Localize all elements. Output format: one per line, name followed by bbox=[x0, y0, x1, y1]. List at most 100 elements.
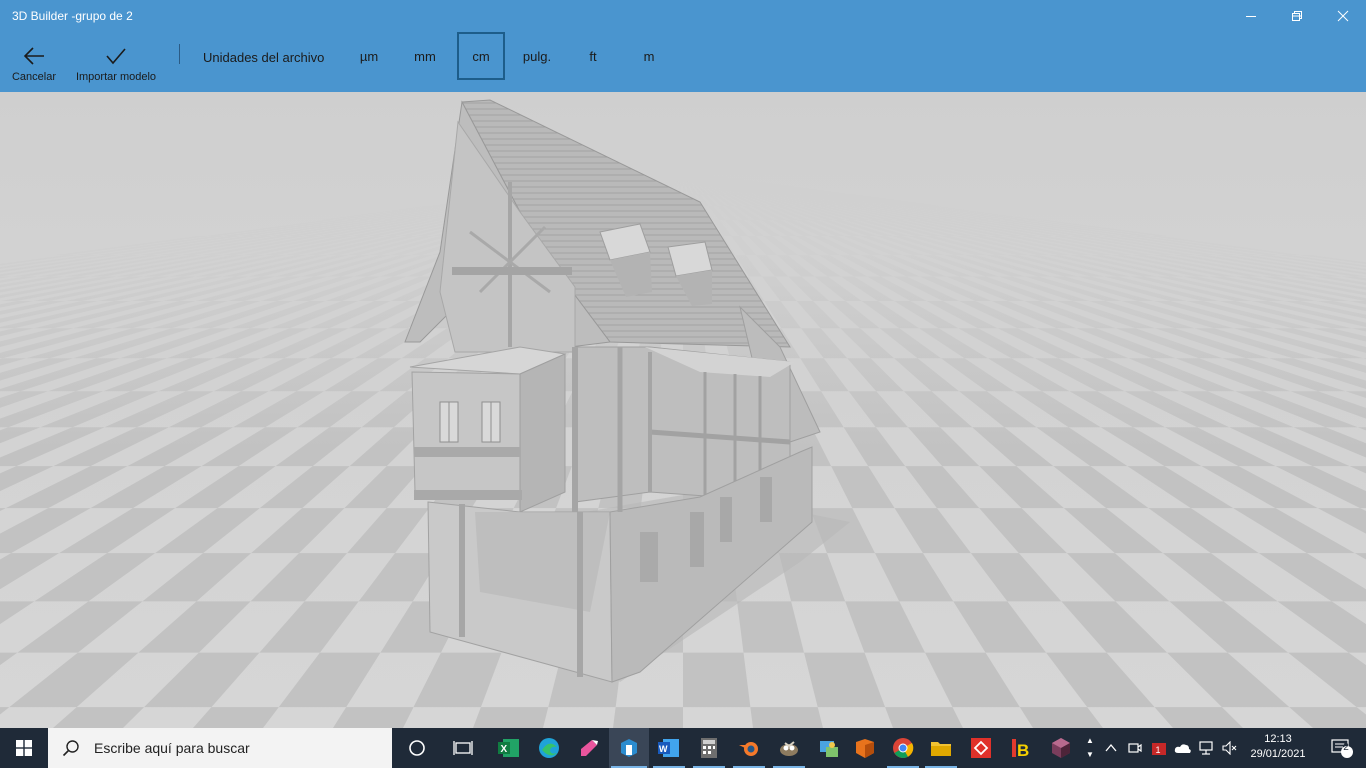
restore-icon bbox=[1292, 11, 1302, 21]
minimize-button[interactable] bbox=[1228, 0, 1274, 32]
paint-3d-icon bbox=[581, 740, 598, 756]
floor-tile bbox=[737, 601, 805, 653]
anydesk-app[interactable] bbox=[961, 728, 1001, 768]
3d-builder-app[interactable] bbox=[609, 728, 649, 768]
tray-app-button[interactable]: 1 bbox=[1148, 728, 1170, 768]
floor-tile bbox=[1258, 553, 1366, 602]
ib-app[interactable]: B bbox=[1001, 728, 1041, 768]
start-button[interactable] bbox=[0, 728, 48, 768]
paint-3d-app[interactable] bbox=[569, 728, 609, 768]
taskbar: Escribe aquí para buscar X W B ▲ ▼ 1 12:… bbox=[0, 728, 1366, 768]
unit-option-meter[interactable]: m bbox=[625, 32, 673, 80]
model-viewport[interactable] bbox=[0, 92, 1366, 728]
scroll-down-icon: ▼ bbox=[1086, 750, 1094, 759]
window-title: 3D Builder -grupo de 2 bbox=[12, 9, 133, 23]
clock-date: 29/01/2021 bbox=[1250, 748, 1306, 760]
volume-muted-icon bbox=[1222, 741, 1237, 755]
floor-tile bbox=[845, 601, 926, 653]
floor-tile bbox=[1288, 652, 1366, 708]
windows-logo-icon bbox=[16, 740, 32, 756]
back-arrow-icon bbox=[23, 47, 44, 65]
gimp-app[interactable] bbox=[769, 728, 809, 768]
import-model-button[interactable]: Importar modelo bbox=[68, 32, 164, 92]
scroll-up-icon: ▲ bbox=[1086, 736, 1094, 745]
cancel-button[interactable]: Cancelar bbox=[8, 32, 60, 92]
anydesk-icon bbox=[971, 738, 991, 758]
task-view-icon bbox=[453, 741, 473, 755]
network-button[interactable] bbox=[1196, 728, 1218, 768]
floor-tile bbox=[251, 508, 345, 554]
notification-count: 2 bbox=[1343, 742, 1349, 753]
floor-tile bbox=[750, 707, 824, 728]
close-icon bbox=[1337, 10, 1349, 22]
title-bar: 3D Builder -grupo de 2 bbox=[0, 0, 1366, 32]
floor-tile bbox=[1019, 707, 1103, 728]
action-center-button[interactable]: 2 bbox=[1318, 728, 1366, 768]
floor-tile bbox=[138, 601, 251, 653]
floor-tile bbox=[1148, 508, 1259, 554]
taskbar-search-box[interactable]: Escribe aquí para buscar bbox=[48, 728, 392, 768]
floor-tile bbox=[155, 508, 260, 554]
unit-option-micrometer[interactable]: µm bbox=[345, 32, 393, 80]
unit-option-millimeter[interactable]: mm bbox=[401, 32, 449, 80]
blender-icon bbox=[739, 742, 758, 756]
show-hidden-icons-button[interactable] bbox=[1100, 728, 1122, 768]
gimp-icon bbox=[780, 741, 798, 756]
command-bar: Cancelar Importar modelo Unidades del ar… bbox=[0, 32, 1366, 92]
floor-tile bbox=[278, 652, 381, 708]
word-app[interactable]: W bbox=[649, 728, 689, 768]
floor-tile bbox=[804, 652, 886, 708]
cortana-button[interactable] bbox=[397, 728, 437, 768]
floor-tile bbox=[144, 652, 260, 708]
unit-option-inch[interactable]: pulg. bbox=[513, 32, 561, 80]
floor-tile bbox=[53, 707, 145, 728]
svg-text:1: 1 bbox=[1156, 745, 1161, 755]
floor-tile bbox=[473, 707, 549, 728]
floor-tile bbox=[1167, 652, 1290, 708]
cortana-circle-icon bbox=[409, 740, 425, 756]
floor-tile bbox=[259, 601, 359, 653]
floor-tile bbox=[193, 707, 279, 728]
calculator-app[interactable] bbox=[689, 728, 729, 768]
clock-time: 12:13 bbox=[1264, 733, 1292, 745]
floor-tile bbox=[925, 652, 1020, 708]
3d-builder-icon bbox=[621, 739, 637, 757]
floor-tile bbox=[0, 652, 18, 666]
floor-tile bbox=[1061, 601, 1168, 653]
floor-tile bbox=[9, 652, 139, 708]
chrome-app[interactable] bbox=[883, 728, 923, 768]
control-panel-app[interactable] bbox=[809, 728, 849, 768]
floor-tile bbox=[333, 707, 414, 728]
floor-tile bbox=[1162, 553, 1278, 602]
floor-tile bbox=[885, 707, 963, 728]
restore-button[interactable] bbox=[1274, 0, 1320, 32]
search-icon bbox=[62, 740, 79, 757]
clock[interactable]: 12:13 29/01/2021 bbox=[1242, 728, 1314, 768]
floor-tile bbox=[894, 508, 971, 554]
blender-app[interactable] bbox=[729, 728, 769, 768]
import-model-label: Importar modelo bbox=[75, 71, 157, 83]
unit-option-centimeter[interactable]: cm bbox=[457, 32, 505, 80]
cube-app[interactable] bbox=[1041, 728, 1081, 768]
red-badge-icon: 1 bbox=[1152, 743, 1166, 755]
edge-app[interactable] bbox=[529, 728, 569, 768]
cloud-icon bbox=[1174, 744, 1191, 753]
onedrive-button[interactable] bbox=[1172, 728, 1194, 768]
unit-option-foot[interactable]: ft bbox=[569, 32, 617, 80]
file-explorer-app[interactable] bbox=[921, 728, 961, 768]
viewport-canvas bbox=[0, 92, 1366, 728]
orange-app[interactable] bbox=[845, 728, 885, 768]
excel-app[interactable]: X bbox=[489, 728, 529, 768]
task-view-button[interactable] bbox=[443, 728, 483, 768]
close-button[interactable] bbox=[1320, 0, 1366, 32]
taskbar-scroll[interactable]: ▲ ▼ bbox=[1084, 728, 1096, 768]
floor-tile bbox=[1277, 601, 1366, 653]
folder-icon bbox=[931, 742, 951, 756]
volume-button[interactable] bbox=[1219, 728, 1241, 768]
edge-icon bbox=[539, 738, 559, 758]
floor-tile bbox=[17, 601, 143, 653]
file-units-label: Unidades del archivo bbox=[203, 50, 325, 65]
floor-tile bbox=[1289, 707, 1366, 728]
meet-now-button[interactable] bbox=[1124, 728, 1146, 768]
minimize-icon bbox=[1246, 16, 1256, 17]
